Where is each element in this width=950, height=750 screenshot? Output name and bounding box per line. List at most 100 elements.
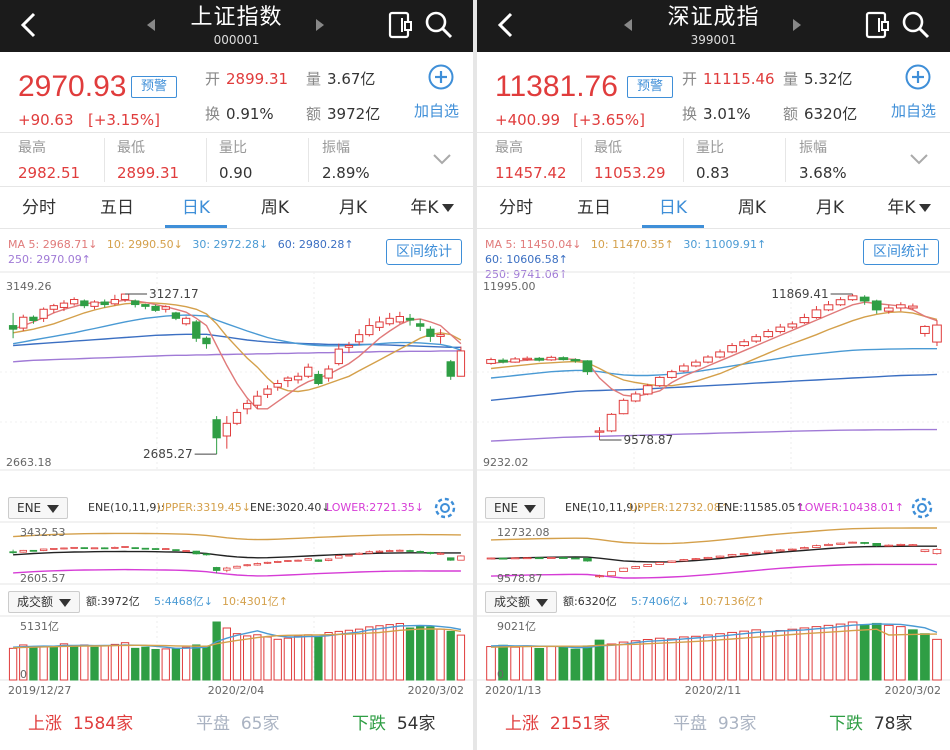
candle-body [192, 321, 201, 339]
ene-candle-body [812, 545, 821, 548]
vol-ma5: 5:7406亿↓ [631, 595, 690, 608]
candle-body [243, 402, 252, 410]
date-label: 2019/12/27 [8, 684, 71, 697]
volume-bar [202, 645, 211, 681]
volume-bar [344, 629, 354, 681]
ene-mid-line [490, 545, 937, 563]
volume-bar [110, 643, 120, 681]
ene-candle-body [29, 549, 38, 552]
candle-body [334, 348, 343, 365]
ene-mid-value: ENE:3020.40↓ [250, 501, 331, 514]
candle-body [304, 366, 313, 377]
up-count: 上涨 1584家 [28, 714, 134, 734]
ene-candle-body [908, 544, 918, 547]
ene-candle-body [365, 551, 374, 554]
ene-candle-body [643, 564, 653, 567]
volume-bar [141, 646, 150, 681]
ene-candle-body [121, 546, 129, 548]
ene-dropdown[interactable]: ENE [8, 497, 69, 519]
price-axis-top: 3149.26 [6, 280, 52, 293]
volume-bar [446, 630, 455, 681]
ene-mid-line [13, 550, 461, 559]
ene-candle-body [396, 549, 404, 552]
volume-indicator-row: 成交额 额:6320亿 5:7406亿↓ 10:7136亿↑ [477, 589, 950, 615]
ene-dropdown[interactable]: ENE [485, 497, 546, 519]
ene-candle-body [848, 541, 857, 544]
candle-body [59, 302, 69, 308]
candle-body [787, 323, 798, 328]
volume-bar [69, 645, 79, 681]
volume-bar [666, 638, 677, 681]
ene-candle-body [274, 561, 282, 563]
volume-bar [283, 637, 293, 681]
volume-dropdown[interactable]: 成交额 [485, 591, 558, 613]
ene-candle-body [447, 557, 455, 561]
ene-candle-body [253, 563, 262, 566]
ene-candle-body [836, 542, 845, 545]
volume-bar [510, 646, 520, 681]
ene-lower-line [490, 563, 937, 579]
volume-bar [171, 647, 181, 681]
ene-candle-body [416, 551, 424, 553]
candle-body [446, 361, 455, 377]
ene-upper-value: UPPER:3319.45↓ [157, 501, 251, 514]
low-label: 2685.27 [143, 447, 193, 461]
ene-params: ENE(10,11,9): [88, 501, 165, 514]
volume-bar [39, 645, 48, 681]
ene-candle-body [703, 556, 713, 560]
ene-candle-body [619, 567, 628, 572]
candle-body [131, 300, 140, 306]
volume-bar [436, 628, 445, 681]
volume-bar [253, 634, 262, 681]
candle-body [344, 344, 354, 348]
candle-body [171, 312, 181, 319]
ma250-line [490, 428, 937, 442]
candle-body [691, 361, 701, 367]
volume-bar [395, 622, 405, 681]
ene-candle-body [872, 543, 882, 547]
ene-candle-body [763, 550, 773, 553]
panel-sh-index: 上证指数 000001 2970.93 预警 +90.63 [+3.15%] 开… [0, 0, 473, 750]
candle-body [775, 326, 786, 333]
ene-candle-body [223, 567, 231, 571]
gear-icon[interactable] [432, 495, 458, 521]
volume-bar [90, 646, 99, 681]
volume-dropdown[interactable]: 成交额 [8, 591, 81, 613]
candle-body [293, 375, 303, 381]
price-axis-bottom: 9232.02 [483, 456, 529, 469]
candle-body [703, 356, 713, 363]
candle-body [405, 317, 415, 321]
volume-bar [314, 636, 323, 681]
triangle-down-icon [59, 598, 72, 607]
ene-candle-body [151, 548, 160, 550]
ene-candle-body [345, 554, 353, 557]
ene-candle-body [607, 571, 616, 577]
vol-ma10: 10:4301亿↑ [222, 595, 288, 608]
up-count: 上涨 2151家 [505, 714, 611, 734]
candle-body [69, 298, 79, 305]
volume-bar [787, 628, 798, 681]
ene-candle-body [162, 548, 170, 550]
volume-bar [416, 625, 425, 681]
candle-body [847, 295, 858, 301]
date-label: 2020/2/04 [208, 684, 264, 697]
ene-candle-body [667, 560, 677, 563]
volume-bar [385, 624, 394, 681]
ene-candle-body [192, 550, 200, 555]
ene-axis-top: 12732.08 [497, 526, 550, 539]
vol-amount: 额:3972亿 [86, 595, 140, 608]
ene-candle-body [50, 548, 58, 550]
ene-candle-body [824, 543, 833, 547]
candle-body [654, 376, 665, 387]
ene-candle-body [583, 557, 592, 562]
ma10-line [12, 301, 462, 393]
candle-body [110, 298, 120, 305]
candle-body [715, 351, 725, 358]
volume-bar [29, 646, 38, 681]
gear-icon[interactable] [909, 495, 935, 521]
ene-candle-body [202, 553, 211, 556]
volume-bar [932, 638, 942, 681]
candle-body [799, 317, 810, 324]
candle-body [212, 419, 221, 439]
volume-bar [486, 646, 496, 681]
